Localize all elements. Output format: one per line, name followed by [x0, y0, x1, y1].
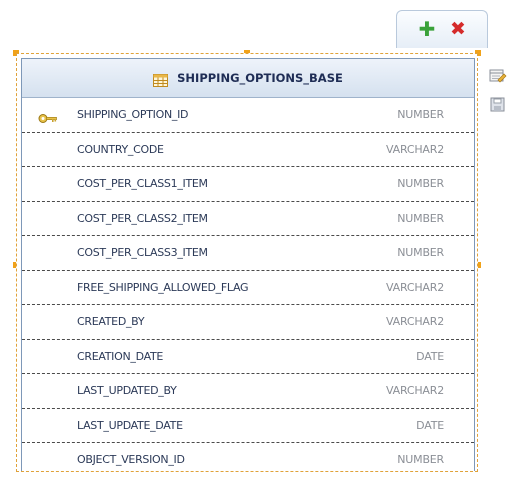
column-name: COST_PER_CLASS3_ITEM: [77, 246, 208, 259]
edit-table-icon[interactable]: [489, 68, 507, 84]
column-type: DATE: [416, 349, 444, 363]
column-type: VARCHAR2: [386, 384, 444, 397]
column-name: CREATED_BY: [77, 315, 145, 328]
column-row[interactable]: CREATION_DATE DATE: [22, 340, 474, 374]
column-row[interactable]: LAST_UPDATE_DATE DATE: [22, 409, 474, 443]
column-row[interactable]: FREE_SHIPPING_ALLOWED_FLAG VARCHAR2: [22, 271, 474, 305]
column-name: COST_PER_CLASS1_ITEM: [77, 177, 208, 190]
entity-body: SHIPPING_OPTIONS_BASE SHIPPING_OPTION_ID…: [21, 58, 475, 471]
column-row[interactable]: SHIPPING_OPTION_ID NUMBER: [22, 98, 474, 133]
column-name: LAST_UPDATED_BY: [77, 384, 177, 397]
column-type: NUMBER: [397, 246, 444, 259]
primary-key-icon: [38, 109, 58, 123]
column-type: NUMBER: [397, 108, 444, 121]
entity-box[interactable]: SHIPPING_OPTIONS_BASE SHIPPING_OPTION_ID…: [16, 53, 478, 472]
column-row[interactable]: COST_PER_CLASS2_ITEM NUMBER: [22, 202, 474, 236]
column-list: SHIPPING_OPTION_ID NUMBER COUNTRY_CODE VARC…: [22, 98, 474, 478]
column-row[interactable]: OBJECT_VERSION_ID NUMBER: [22, 443, 474, 478]
column-type: VARCHAR2: [386, 280, 444, 294]
column-row[interactable]: COST_PER_CLASS3_ITEM NUMBER: [22, 236, 474, 271]
table-icon: [153, 72, 169, 87]
column-type: VARCHAR2: [386, 315, 444, 328]
column-row[interactable]: CREATED_BY VARCHAR2: [22, 305, 474, 340]
column-name: COUNTRY_CODE: [77, 142, 164, 156]
column-type: VARCHAR2: [386, 142, 444, 156]
column-type: NUMBER: [397, 177, 444, 190]
column-name: LAST_UPDATE_DATE: [77, 418, 183, 432]
column-row[interactable]: COST_PER_CLASS1_ITEM NUMBER: [22, 167, 474, 202]
entity-mini-toolbar: ✚ ✖: [396, 10, 488, 48]
column-name: CREATION_DATE: [77, 349, 164, 363]
column-name: SHIPPING_OPTION_ID: [77, 108, 189, 121]
column-type: NUMBER: [397, 211, 444, 225]
entity-title: SHIPPING_OPTIONS_BASE: [177, 71, 343, 85]
column-name: FREE_SHIPPING_ALLOWED_FLAG: [77, 280, 249, 294]
column-row[interactable]: LAST_UPDATED_BY VARCHAR2: [22, 374, 474, 409]
save-icon[interactable]: [489, 97, 507, 113]
entity-header[interactable]: SHIPPING_OPTIONS_BASE: [22, 59, 474, 98]
column-row[interactable]: COUNTRY_CODE VARCHAR2: [22, 133, 474, 167]
column-type: NUMBER: [397, 453, 444, 466]
x-icon[interactable]: ✖: [449, 20, 467, 39]
column-name: COST_PER_CLASS2_ITEM: [77, 211, 208, 225]
column-type: DATE: [416, 418, 444, 432]
column-name: OBJECT_VERSION_ID: [77, 453, 185, 466]
plus-icon[interactable]: ✚: [418, 19, 436, 39]
